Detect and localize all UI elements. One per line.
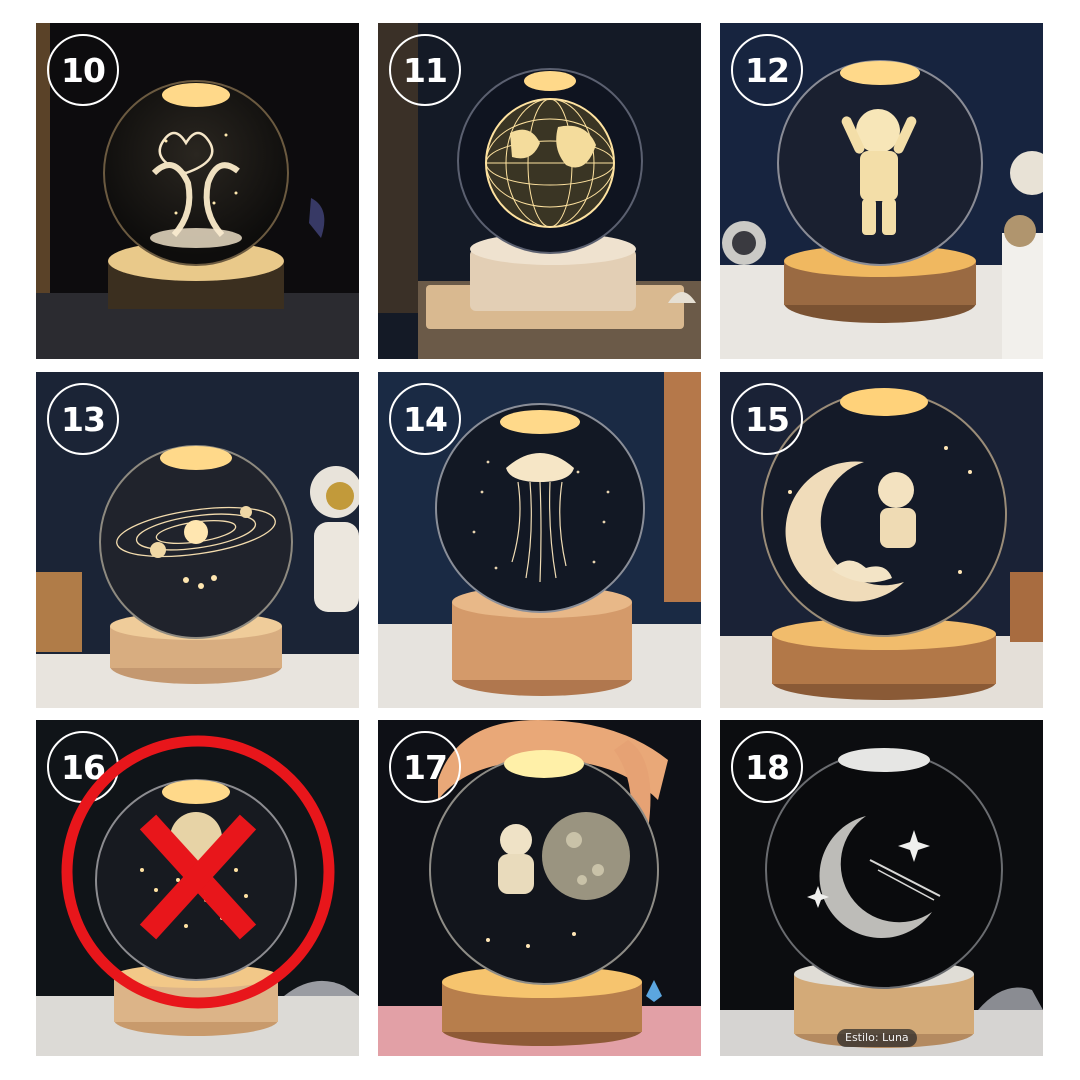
tile-number-badge: 14 <box>389 383 461 455</box>
tile-number-badge: 10 <box>47 34 119 106</box>
tile-number-badge: 12 <box>731 34 803 106</box>
red-circle-x-icon <box>61 735 335 1009</box>
tile-number-badge: 13 <box>47 383 119 455</box>
product-tile-12[interactable]: 12 <box>720 23 1043 359</box>
style-caption: Estilo: Luna <box>837 1029 917 1047</box>
product-tile-16[interactable]: 16 <box>36 720 359 1056</box>
product-tile-18[interactable]: 18 Estilo: Luna <box>720 720 1043 1056</box>
tile-number-badge: 15 <box>731 383 803 455</box>
product-tile-13[interactable]: 13 <box>36 372 359 708</box>
product-tile-10[interactable]: 10 <box>36 23 359 359</box>
product-tile-15[interactable]: 15 <box>720 372 1043 708</box>
tile-number-badge: 18 <box>731 731 803 803</box>
product-tile-11[interactable]: 11 <box>378 23 701 359</box>
tile-number-badge: 17 <box>389 731 461 803</box>
product-tile-14[interactable]: 14 <box>378 372 701 708</box>
product-tile-17[interactable]: 17 <box>378 720 701 1056</box>
tile-number-badge: 11 <box>389 34 461 106</box>
